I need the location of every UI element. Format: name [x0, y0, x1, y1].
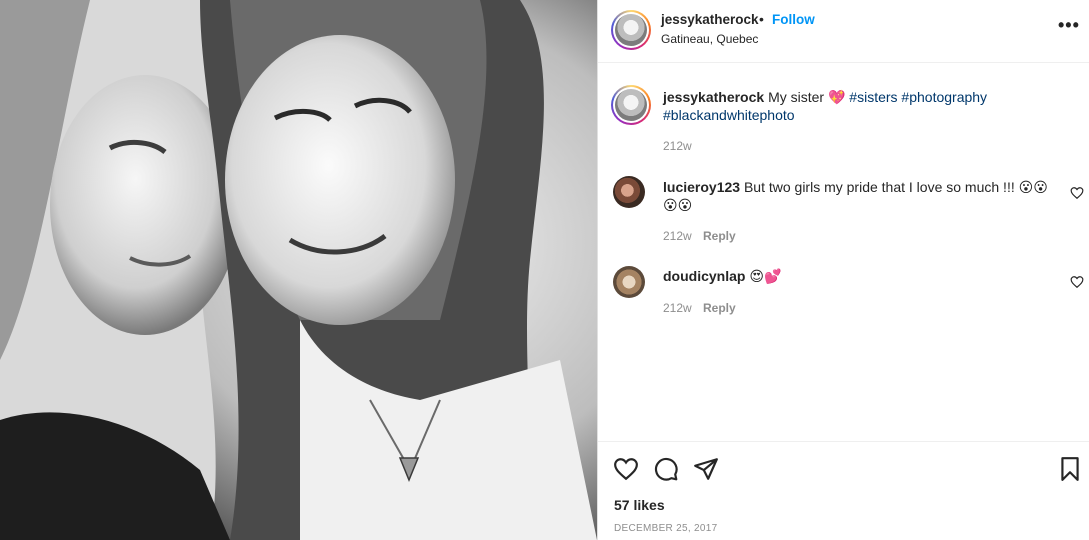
caption-avatar[interactable]: [611, 85, 651, 125]
follow-button[interactable]: Follow: [772, 12, 815, 27]
caption: jessykatherock My sister 💖 #sisters #pho…: [663, 88, 1023, 124]
author-avatar[interactable]: [611, 10, 651, 50]
more-options-icon[interactable]: •••: [1058, 15, 1080, 36]
comment-like-icon[interactable]: [1070, 186, 1084, 200]
separator-dot: •: [759, 11, 764, 27]
post-date[interactable]: DECEMBER 25, 2017: [614, 523, 717, 534]
bookmark-icon[interactable]: [1057, 456, 1083, 482]
comment-icon[interactable]: [653, 456, 679, 482]
hashtag-link[interactable]: #photography: [901, 89, 987, 105]
post-header: jessykatherock • Follow Gatineau, Quebec…: [598, 0, 1089, 63]
comment-username[interactable]: doudicynlap: [663, 268, 745, 284]
hashtag-link[interactable]: #sisters: [849, 89, 897, 105]
caption-timestamp[interactable]: 212w: [663, 139, 692, 153]
reply-button[interactable]: Reply: [703, 229, 736, 243]
comment-like-icon[interactable]: [1070, 275, 1084, 289]
caption-text: My sister 💖: [768, 89, 846, 105]
post-panel: jessykatherock • Follow Gatineau, Quebec…: [597, 0, 1089, 540]
comment: lucieroy123 But two girls my pride that …: [663, 178, 1053, 214]
comment: doudicynlap 😍💕: [663, 267, 1053, 285]
hashtag-link[interactable]: #blackandwhitephoto: [663, 107, 795, 123]
heart-icon[interactable]: [613, 456, 639, 482]
comment-text: 😍💕: [749, 268, 782, 284]
reply-button[interactable]: Reply: [703, 301, 736, 315]
comment-timestamp[interactable]: 212w: [663, 301, 692, 315]
author-username[interactable]: jessykatherock: [661, 12, 759, 27]
comment-username[interactable]: lucieroy123: [663, 179, 740, 195]
post-actions: 57 likes DECEMBER 25, 2017: [598, 441, 1089, 540]
commenter-avatar[interactable]: [613, 176, 645, 208]
likes-count[interactable]: 57 likes: [614, 497, 665, 513]
paper-plane-icon[interactable]: [693, 456, 719, 482]
location-link[interactable]: Gatineau, Quebec: [661, 32, 758, 46]
commenter-avatar[interactable]: [613, 266, 645, 298]
comment-timestamp[interactable]: 212w: [663, 229, 692, 243]
black-and-white-photo: [0, 0, 597, 540]
caption-username[interactable]: jessykatherock: [663, 89, 764, 105]
post-photo[interactable]: [0, 0, 597, 540]
